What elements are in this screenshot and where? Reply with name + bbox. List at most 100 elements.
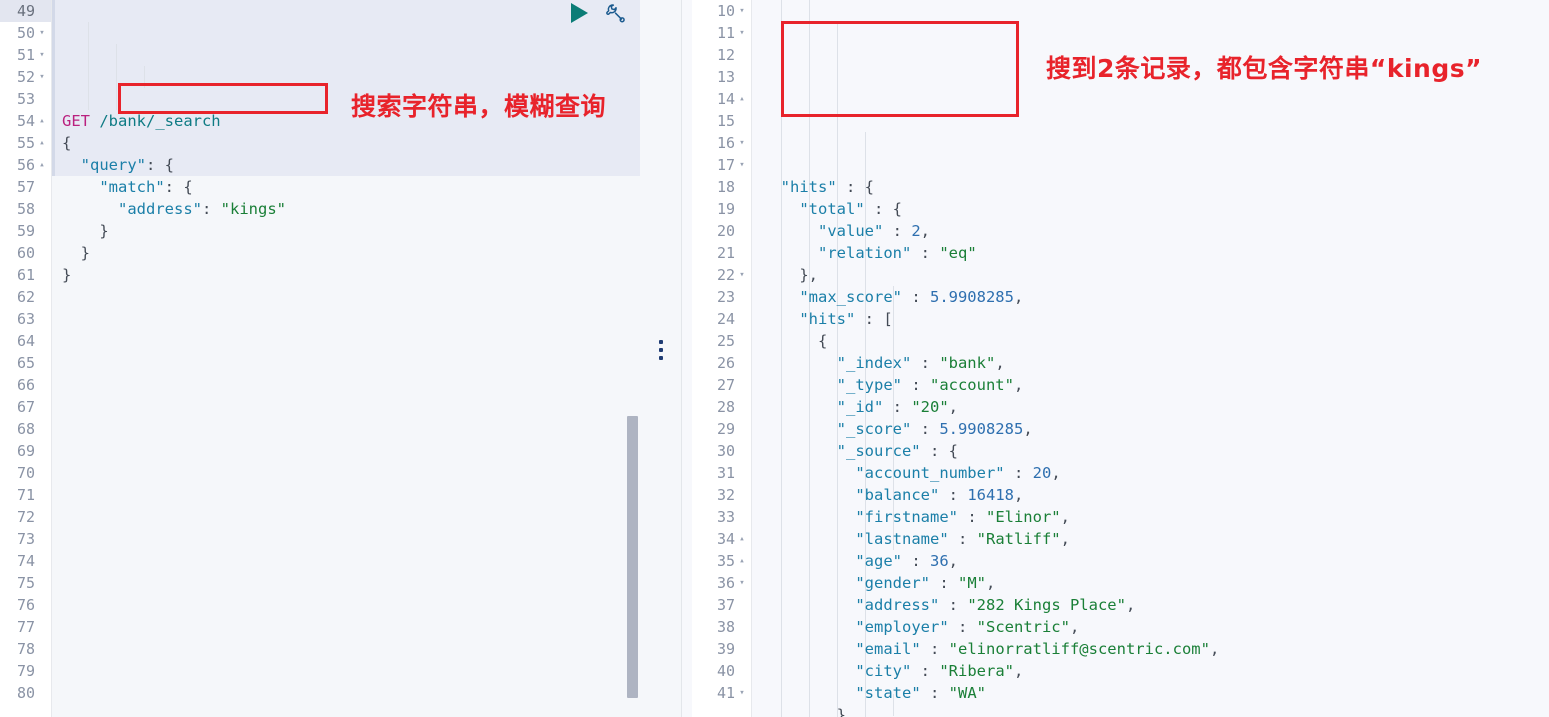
code-line[interactable]: "state" : "WA" <box>752 682 1549 704</box>
code-line[interactable]: } <box>752 704 1549 717</box>
fold-closed-icon[interactable]: ▴ <box>36 110 48 132</box>
line-number[interactable]: 36 ▾ <box>692 572 751 594</box>
line-number[interactable]: 18 <box>692 176 751 198</box>
line-number[interactable]: 32 <box>692 484 751 506</box>
fold-open-icon[interactable]: ▾ <box>736 682 748 704</box>
line-number[interactable]: 54 ▴ <box>0 110 51 132</box>
fold-closed-icon[interactable]: ▴ <box>36 132 48 154</box>
code-line[interactable]: "hits" : { <box>752 176 1549 198</box>
line-number[interactable]: 19 <box>692 198 751 220</box>
line-number[interactable]: 68 <box>0 418 51 440</box>
line-number[interactable]: 62 <box>0 286 51 308</box>
line-number[interactable]: 60 <box>0 242 51 264</box>
line-number[interactable]: 69 <box>0 440 51 462</box>
line-number[interactable]: 13 <box>692 66 751 88</box>
line-number[interactable]: 12 <box>692 44 751 66</box>
code-line[interactable] <box>52 704 640 717</box>
code-line[interactable]: } <box>52 220 640 242</box>
line-number[interactable]: 10 ▾ <box>692 0 751 22</box>
code-line[interactable] <box>52 308 640 330</box>
code-line[interactable]: "email" : "elinorratliff@scentric.com", <box>752 638 1549 660</box>
fold-open-icon[interactable]: ▾ <box>736 132 748 154</box>
code-line[interactable] <box>52 550 640 572</box>
code-line[interactable]: "max_score" : 5.9908285, <box>752 286 1549 308</box>
fold-closed-icon[interactable]: ▴ <box>36 154 48 176</box>
line-number[interactable]: 63 <box>0 308 51 330</box>
line-number[interactable]: 14 ▴ <box>692 88 751 110</box>
code-line[interactable] <box>52 374 640 396</box>
code-line[interactable] <box>52 352 640 374</box>
code-line[interactable] <box>52 396 640 418</box>
code-line[interactable]: "_source" : { <box>752 440 1549 462</box>
line-number[interactable]: 52 ▾ <box>0 66 51 88</box>
response-editor-panel[interactable]: 10 ▾ 11 ▾ 12 13 14 ▴ 15 16 ▾ 17 ▾ 18 19 20 21 22 ▾ 23 24 25 26… <box>682 0 1549 717</box>
code-line[interactable]: "hits" : [ <box>752 308 1549 330</box>
line-number[interactable]: 38 <box>692 616 751 638</box>
fold-open-icon[interactable]: ▾ <box>736 264 748 286</box>
line-number[interactable]: 76 <box>0 594 51 616</box>
code-line[interactable]: "gender" : "M", <box>752 572 1549 594</box>
fold-closed-icon[interactable]: ▴ <box>736 550 748 572</box>
line-number[interactable]: 37 <box>692 594 751 616</box>
code-line[interactable]: "age" : 36, <box>752 550 1549 572</box>
line-number[interactable]: 75 <box>0 572 51 594</box>
line-number[interactable]: 74 <box>0 550 51 572</box>
line-number[interactable]: 66 <box>0 374 51 396</box>
fold-open-icon[interactable]: ▾ <box>736 154 748 176</box>
code-line[interactable]: "account_number" : 20, <box>752 462 1549 484</box>
code-line[interactable]: { <box>752 330 1549 352</box>
code-line[interactable] <box>52 616 640 638</box>
line-number[interactable]: 65 <box>0 352 51 374</box>
line-number[interactable]: 31 <box>692 462 751 484</box>
code-line[interactable]: "_index" : "bank", <box>752 352 1549 374</box>
code-line[interactable]: "match": { <box>52 176 640 198</box>
fold-open-icon[interactable]: ▾ <box>736 0 748 22</box>
code-line[interactable]: "balance" : 16418, <box>752 484 1549 506</box>
fold-open-icon[interactable]: ▾ <box>736 22 748 44</box>
line-number[interactable]: 33 <box>692 506 751 528</box>
line-number[interactable]: 56 ▴ <box>0 154 51 176</box>
code-line[interactable] <box>52 462 640 484</box>
fold-closed-icon[interactable]: ▴ <box>736 528 748 550</box>
code-line[interactable]: { <box>52 132 640 154</box>
code-line[interactable]: }, <box>752 264 1549 286</box>
fold-closed-icon[interactable]: ▴ <box>736 88 748 110</box>
line-number[interactable]: 20 <box>692 220 751 242</box>
code-line[interactable]: "query": { <box>52 154 640 176</box>
line-number[interactable]: 17 ▾ <box>692 154 751 176</box>
play-icon[interactable] <box>571 3 588 23</box>
line-number[interactable]: 50 ▾ <box>0 22 51 44</box>
code-line[interactable] <box>52 594 640 616</box>
line-number[interactable]: 73 <box>0 528 51 550</box>
code-line[interactable]: "address": "kings" <box>52 198 640 220</box>
code-line[interactable] <box>52 330 640 352</box>
request-actions[interactable] <box>571 2 626 24</box>
code-line[interactable]: "address" : "282 Kings Place", <box>752 594 1549 616</box>
request-gutter[interactable]: 49 50 ▾ 51 ▾ 52 ▾ 53 54 ▴ 55 ▴ 56 ▴ 57 58 59 60 61 62 63 64 65… <box>0 0 52 717</box>
code-line[interactable]: "_type" : "account", <box>752 374 1549 396</box>
code-line[interactable]: "_id" : "20", <box>752 396 1549 418</box>
code-line[interactable] <box>52 506 640 528</box>
line-number[interactable]: 58 <box>0 198 51 220</box>
code-line[interactable] <box>52 440 640 462</box>
code-line[interactable]: "total" : { <box>752 198 1549 220</box>
line-number[interactable]: 26 <box>692 352 751 374</box>
code-line[interactable] <box>52 528 640 550</box>
code-line[interactable] <box>52 484 640 506</box>
line-number[interactable]: 11 ▾ <box>692 22 751 44</box>
line-number[interactable]: 35 ▴ <box>692 550 751 572</box>
code-line[interactable]: "city" : "Ribera", <box>752 660 1549 682</box>
line-number[interactable]: 64 <box>0 330 51 352</box>
line-number[interactable]: 51 ▾ <box>0 44 51 66</box>
code-line[interactable] <box>52 682 640 704</box>
line-number[interactable]: 80 <box>0 682 51 704</box>
line-number[interactable]: 30 <box>692 440 751 462</box>
code-line[interactable] <box>52 418 640 440</box>
line-number[interactable]: 67 <box>0 396 51 418</box>
line-number[interactable]: 25 <box>692 330 751 352</box>
code-line[interactable]: "firstname" : "Elinor", <box>752 506 1549 528</box>
line-number[interactable]: 79 <box>0 660 51 682</box>
code-line[interactable]: "_score" : 5.9908285, <box>752 418 1549 440</box>
line-number[interactable]: 15 <box>692 110 751 132</box>
code-line[interactable] <box>52 638 640 660</box>
